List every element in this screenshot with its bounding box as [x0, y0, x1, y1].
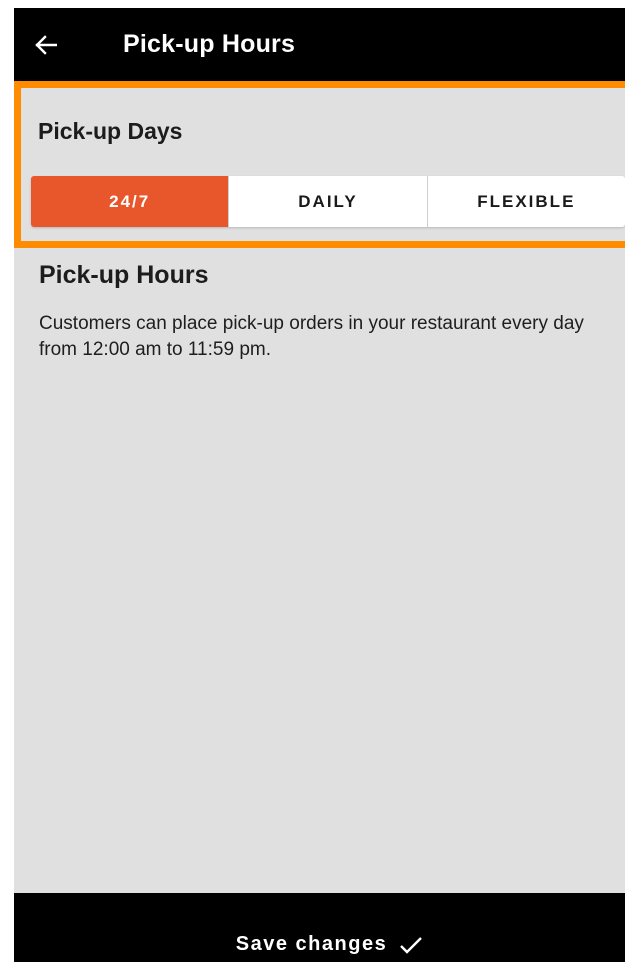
pickup-hours-screen: Pick-up Hours Pick-up Days 24/7 DAILY FL…: [14, 8, 625, 962]
pickup-days-section: Pick-up Days 24/7 DAILY FLEXIBLE: [14, 81, 625, 248]
save-changes-button[interactable]: Save changes: [14, 893, 625, 962]
arrow-left-icon: [35, 34, 57, 55]
check-icon: [400, 936, 423, 954]
pickup-hours-title: Pick-up Hours: [39, 261, 209, 289]
page-title: Pick-up Hours: [123, 30, 296, 58]
segment-flexible[interactable]: FLEXIBLE: [426, 176, 625, 227]
pickup-days-title: Pick-up Days: [38, 118, 183, 144]
save-changes-label: Save changes: [235, 933, 388, 955]
pickup-hours-description: Customers can place pick-up orders in yo…: [39, 313, 584, 360]
segment-daily[interactable]: DAILY: [228, 176, 426, 227]
back-button[interactable]: [14, 8, 78, 81]
pickup-days-selector: 24/7 DAILY FLEXIBLE: [31, 176, 625, 227]
save-changes-content: Save changes: [236, 933, 423, 956]
app-header: Pick-up Hours: [14, 8, 625, 81]
segment-24-7[interactable]: 24/7: [31, 176, 229, 227]
